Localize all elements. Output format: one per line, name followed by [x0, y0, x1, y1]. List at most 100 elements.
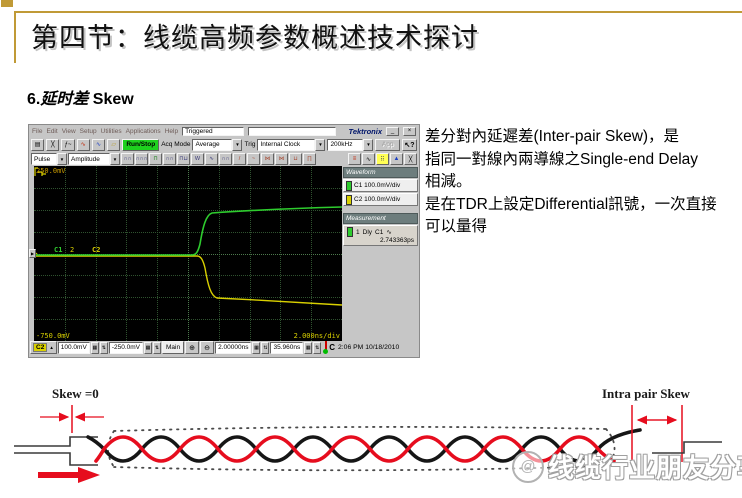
trig-source-select[interactable]: Internal Clock ▼ — [257, 139, 325, 151]
main-timebase-button[interactable]: Main — [162, 341, 184, 354]
watermark: @ 线缆行业朋友分享圈 — [512, 448, 742, 485]
chevron-down-icon[interactable]: ▼ — [232, 139, 242, 151]
print-icon[interactable]: ▤ — [31, 139, 44, 151]
keypad-icon[interactable]: ▦ — [304, 342, 312, 354]
pulse-shape-icon[interactable]: ∿ — [205, 153, 218, 165]
pulse-shape-icon[interactable]: ⊔ — [289, 153, 302, 165]
close-display-icon[interactable]: ╳ — [404, 153, 417, 165]
pulse-shape-icon[interactable]: ∏ — [303, 153, 316, 165]
pulse-shape-icon[interactable]: ∩∩ — [219, 153, 232, 165]
pulse-shape-icon[interactable]: W — [191, 153, 204, 165]
run-stop-button[interactable]: Run/Stop — [122, 139, 159, 151]
vertical-offset-field[interactable]: -250.0mV — [109, 342, 143, 354]
measurement-source: C1 — [375, 229, 383, 236]
cursor-mode-icon[interactable]: ≡ — [348, 153, 361, 165]
spinner-icon[interactable]: ⇅ — [261, 342, 269, 354]
menu-applications[interactable]: Applications — [126, 128, 161, 135]
waveform-view-icon[interactable]: ∿ — [362, 153, 375, 165]
keypad-icon[interactable]: ▦ — [252, 342, 260, 354]
spinner-icon[interactable]: ⇅ — [100, 342, 108, 354]
time-per-div: 2.000ns/div — [294, 332, 340, 340]
acq-mode-select[interactable]: Average ▼ — [192, 139, 242, 151]
scope-toolbar-pulse: Pulse ▼ Amplitude ▼ ∩∩ ∩∩∩ ⊓ ∩∩ ⊓⊔ W ∿ ∩… — [29, 152, 419, 166]
chevron-down-icon[interactable]: ▼ — [110, 153, 120, 165]
trace-plot — [34, 166, 342, 341]
c1-color-swatch — [346, 181, 352, 191]
pulse-select[interactable]: Pulse ▼ — [31, 153, 67, 165]
menu-file[interactable]: File — [32, 128, 42, 135]
acq-mode-label: Acq Mode — [161, 141, 190, 148]
measurement-color-swatch — [347, 227, 353, 237]
pulse-shape-icon[interactable]: ⋈ — [275, 153, 288, 165]
keypad-icon[interactable]: ▦ — [91, 342, 99, 354]
chevron-down-icon[interactable]: ▼ — [57, 153, 67, 165]
keypad-icon[interactable]: ▦ — [144, 342, 152, 354]
zoom-out-icon[interactable]: ⊖ — [200, 341, 214, 354]
spinner-icon[interactable]: ⇅ — [153, 342, 161, 354]
menu-setup[interactable]: Setup — [80, 128, 97, 135]
function-icon[interactable]: ƒ~ — [61, 139, 74, 151]
c2-scale-text: C2 100.0mV/div — [354, 196, 400, 203]
c2-trace — [34, 256, 342, 305]
pulse-shape-icon[interactable]: ~ — [247, 153, 260, 165]
chevron-down-icon[interactable]: ▼ — [315, 139, 325, 151]
menu-utilities[interactable]: Utilities — [101, 128, 122, 135]
delay-glyph-icon: ∿ — [386, 228, 391, 236]
minimize-button[interactable]: _ — [386, 127, 399, 136]
horizontal-delay-field[interactable]: 35.960ns — [270, 342, 303, 354]
c1-scale-text: C1 100.0mV/div — [354, 182, 400, 189]
pulse-shape-icon[interactable]: ∩∩ — [121, 153, 134, 165]
oscilloscope-window: File Edit View Setup Utilities Applicati… — [28, 124, 420, 358]
vector-display-icon[interactable]: ▲ — [390, 153, 403, 165]
c2-position-marker[interactable]: ▶ — [29, 249, 36, 258]
measurement-row[interactable]: 1 Dly C1 ∿ 2.743363ps — [343, 225, 418, 246]
amplitude-select[interactable]: Amplitude ▼ — [68, 153, 120, 165]
eraser-icon[interactable]: ▱ — [107, 139, 120, 151]
zoom-in-icon[interactable]: ⊕ — [185, 341, 199, 354]
scope-side-panel: Waveform C1 100.0mV/div C2 100.0mV/div M… — [342, 166, 419, 341]
pulse-shape-icon[interactable]: ⊓⊔ — [177, 153, 190, 165]
scope-titlebar: File Edit View Setup Utilities Applicati… — [29, 125, 419, 137]
section-name-cn: 延时差 — [40, 91, 88, 108]
pulse-shape-icon[interactable]: ∩∩∩ — [135, 153, 148, 165]
menu-view[interactable]: View — [62, 128, 76, 135]
section-name-en: Skew — [88, 91, 133, 108]
description-text: 差分對內延遲差(Inter-pair Skew)，是 指同一對線內兩導線之Sin… — [425, 126, 742, 239]
c1-trace-label: C1 — [54, 246, 62, 254]
watermark-logo: @ — [512, 451, 544, 483]
menu-help[interactable]: Help — [165, 128, 178, 135]
vertical-scale-field[interactable]: 100.0mV — [58, 342, 90, 354]
description-line: 是在TDR上設定Differential訊號，一次直接 — [425, 194, 742, 217]
horizontal-scale-field[interactable]: 2.00000ns — [215, 342, 251, 354]
menu-edit[interactable]: Edit — [46, 128, 57, 135]
waveform-blue-icon[interactable]: ∿ — [92, 139, 105, 151]
pulse-shape-icon[interactable]: ⋈ — [261, 153, 274, 165]
channel-label: C2 — [33, 343, 47, 352]
pulse-shape-icon[interactable]: ∩∩ — [163, 153, 176, 165]
context-help-icon[interactable]: ↖? — [402, 139, 417, 151]
channel-select-button[interactable]: C2 ▲ — [30, 341, 57, 354]
c1-trace — [34, 207, 342, 255]
tools-icon[interactable]: ╳ — [46, 139, 59, 151]
amplitude-value: Amplitude — [68, 153, 110, 165]
waveform-row-c1[interactable]: C1 100.0mV/div — [343, 179, 418, 192]
pulse-shape-icon[interactable]: / — [233, 153, 246, 165]
trig-label: Trig — [244, 141, 255, 148]
trig-rate-select[interactable]: 200kHz ▼ — [327, 139, 373, 151]
description-line: 指同一對線內兩導線之Single-end Delay — [425, 149, 742, 172]
trigger-status: Triggered — [182, 127, 244, 136]
measurement-panel-header: Measurement — [343, 213, 418, 224]
title-top-rule — [14, 11, 742, 13]
spinner-icon[interactable]: ⇅ — [313, 342, 321, 354]
section-number: 6. — [27, 91, 40, 108]
pulse-shape-icon[interactable]: ⊓ — [149, 153, 162, 165]
scope-main-area: ▶ 250.0mV -750.0mV 2.000ns/div C1 2 C2 ▶… — [29, 166, 419, 341]
display-mode-buttons: ≡ ∿ ⠿ ▲ ╳ — [348, 153, 417, 165]
temperature-icon — [322, 341, 328, 354]
page-title: 第四节：线缆高频参数概述技术探讨 — [31, 16, 479, 55]
chevron-down-icon[interactable]: ▼ — [363, 139, 373, 151]
dot-display-icon[interactable]: ⠿ — [376, 153, 389, 165]
close-button[interactable]: × — [403, 127, 416, 136]
waveform-red-icon[interactable]: ∿ — [77, 139, 90, 151]
waveform-row-c2[interactable]: C2 100.0mV/div — [343, 193, 418, 206]
